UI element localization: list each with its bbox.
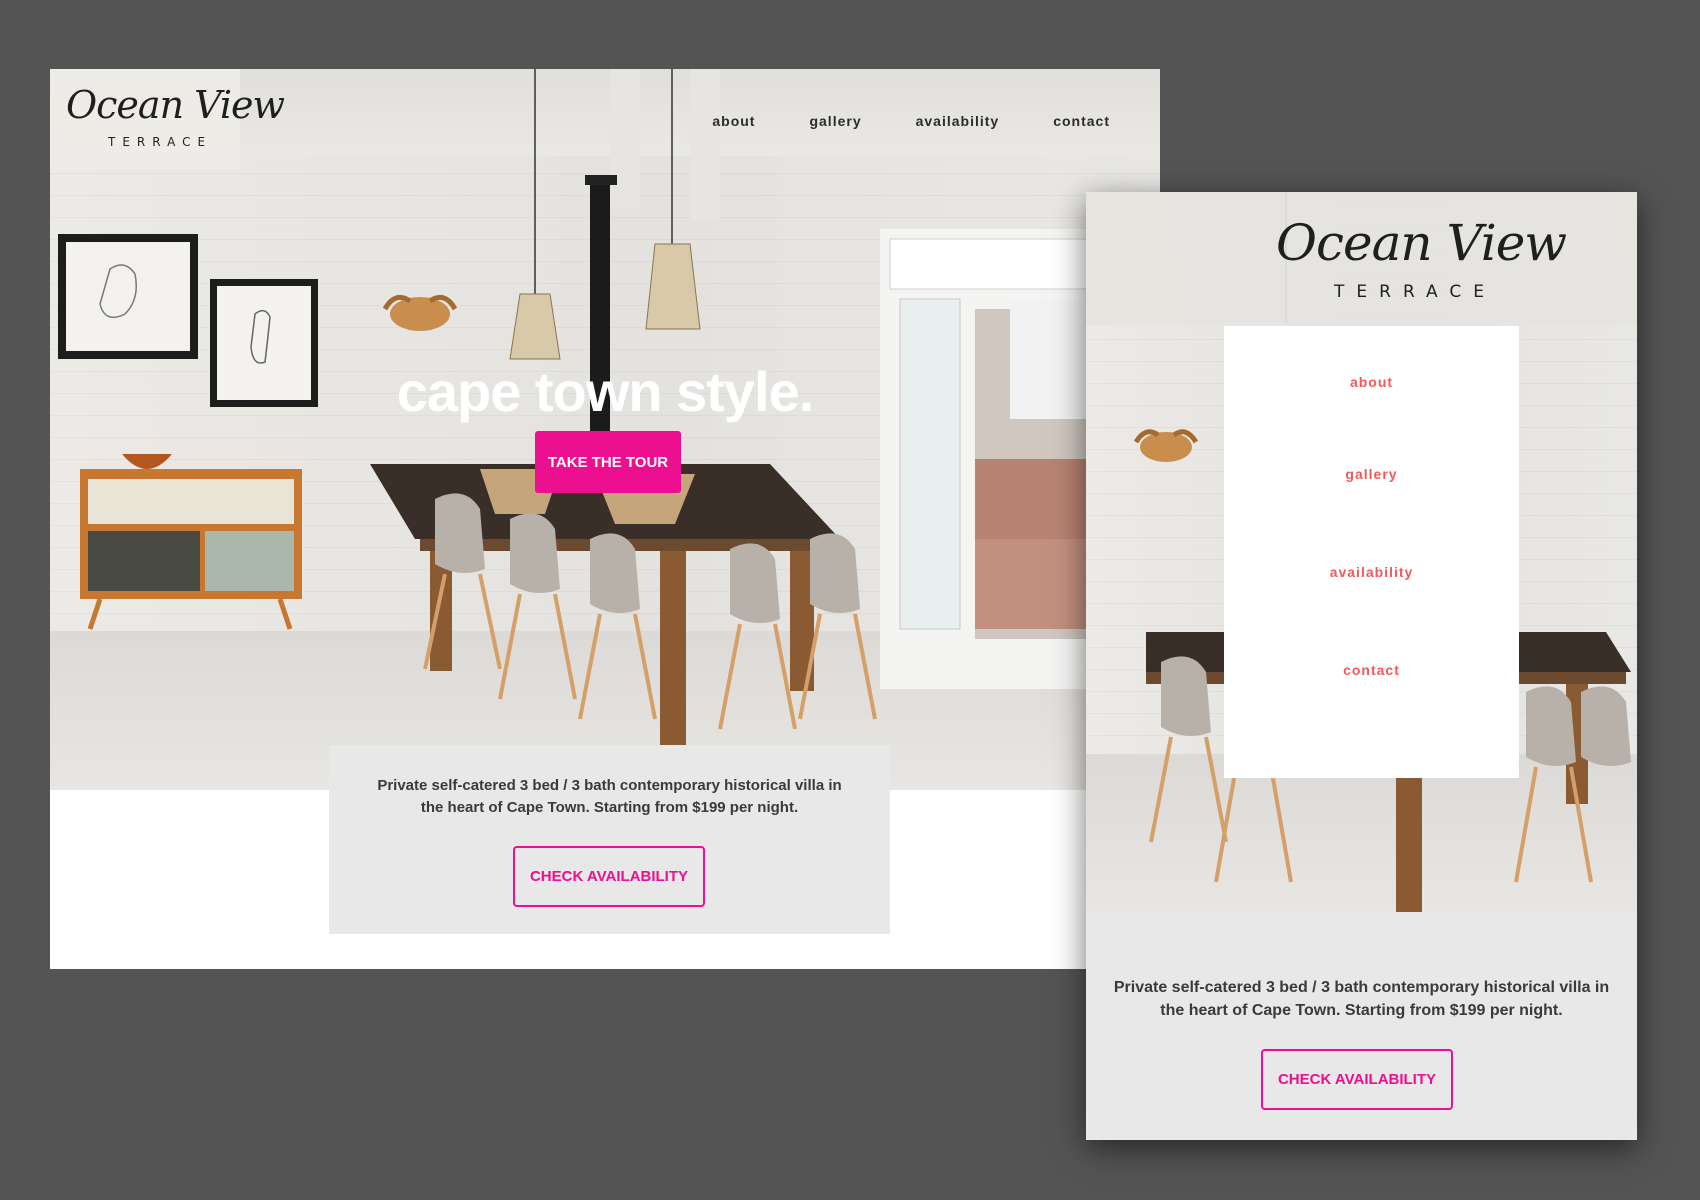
mobile-menu: about gallery availability contact [1224, 326, 1519, 778]
mobile-menu-item-contact[interactable]: contact [1224, 662, 1519, 678]
nav-item-availability[interactable]: availability [916, 113, 1000, 129]
desktop-mockup: Ocean View TERRACE about gallery availab… [50, 69, 1160, 969]
mobile-logo-subtitle: TERRACE [1334, 282, 1497, 302]
nav-item-about[interactable]: about [712, 113, 755, 129]
mobile-header: Ocean View TERRACE [1086, 192, 1637, 325]
check-availability-button[interactable]: CHECK AVAILABILITY [513, 846, 705, 907]
mobile-info-text: Private self-catered 3 bed / 3 bath cont… [1113, 979, 1610, 1019]
main-nav: about gallery availability contact [712, 113, 1110, 129]
nav-item-gallery[interactable]: gallery [809, 113, 861, 129]
logo[interactable]: Ocean View TERRACE [50, 69, 285, 169]
mobile-mockup: Ocean View TERRACE about gallery availab… [1086, 192, 1637, 1140]
take-the-tour-button[interactable]: TAKE THE TOUR [535, 431, 681, 493]
mobile-menu-item-gallery[interactable]: gallery [1224, 466, 1519, 482]
hero-title: cape town style. [396, 360, 815, 423]
hero-photo [50, 69, 1160, 790]
mobile-menu-item-availability[interactable]: availability [1224, 564, 1519, 580]
logo-script-text: Ocean View [66, 83, 285, 127]
info-panel: Private self-catered 3 bed / 3 bath cont… [329, 745, 890, 934]
info-text: Private self-catered 3 bed / 3 bath cont… [377, 777, 842, 816]
mobile-logo-script-text[interactable]: Ocean View [1276, 214, 1567, 272]
mobile-check-availability-button[interactable]: CHECK AVAILABILITY [1261, 1049, 1453, 1110]
dining-room-illustration [58, 69, 1160, 781]
logo-subtitle: TERRACE [108, 135, 213, 149]
nav-item-contact[interactable]: contact [1053, 113, 1110, 129]
mobile-menu-item-about[interactable]: about [1224, 374, 1519, 390]
